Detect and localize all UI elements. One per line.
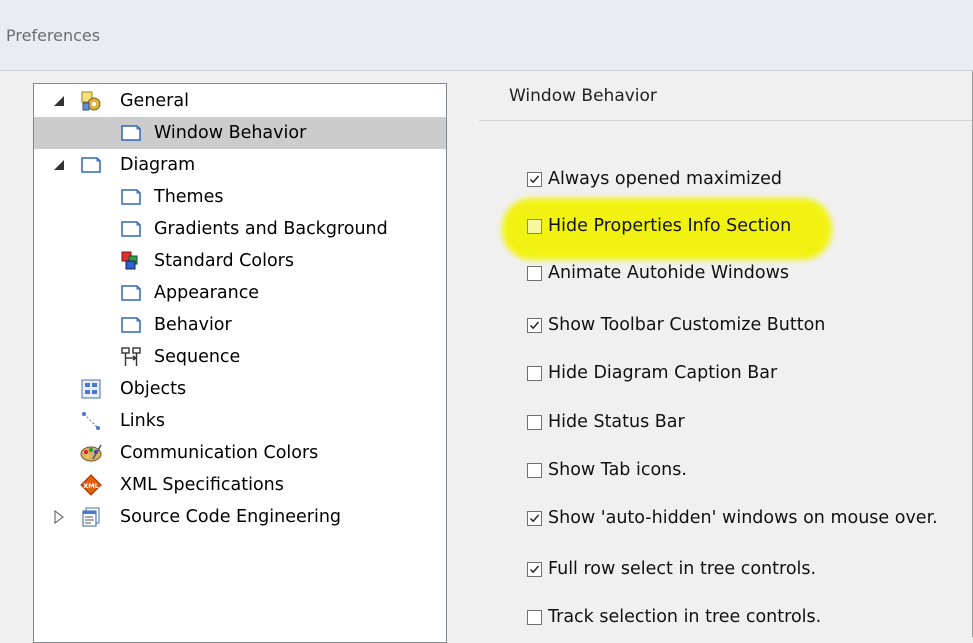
tree-item-links[interactable]: Links — [34, 405, 446, 437]
option-hide-properties-info-section[interactable]: Hide Properties Info Section — [527, 214, 791, 238]
expanded-arrow-icon[interactable] — [52, 94, 66, 108]
page-icon — [120, 186, 142, 208]
tree-item-label: XML Specifications — [120, 475, 284, 495]
checkbox-unchecked[interactable] — [527, 414, 542, 430]
tree-item-label: Communication Colors — [120, 443, 319, 463]
tree-item-label: Sequence — [154, 347, 241, 367]
sequence-icon — [120, 346, 142, 368]
checkbox-unchecked[interactable] — [527, 462, 542, 478]
tree-item-diagram[interactable]: Diagram — [34, 149, 446, 181]
tree-item-sequence[interactable]: Sequence — [34, 341, 446, 373]
option-label: Show Toolbar Customize Button — [548, 315, 826, 335]
svg-text:XML: XML — [83, 482, 99, 490]
option-label: Hide Properties Info Section — [548, 216, 792, 236]
option-label: Hide Diagram Caption Bar — [548, 363, 778, 383]
option-label: Animate Autohide Windows — [548, 263, 790, 283]
option-label: Show 'auto-hidden' windows on mouse over… — [548, 508, 938, 528]
objects-icon — [80, 378, 102, 400]
window-title: Preferences — [6, 26, 101, 45]
checkbox-unchecked[interactable] — [527, 265, 542, 281]
tree-item-behavior[interactable]: Behavior — [34, 309, 446, 341]
tree-item-general[interactable]: General — [34, 85, 446, 117]
collapsed-arrow-icon[interactable] — [52, 510, 66, 524]
tree-item-label: Appearance — [154, 283, 260, 303]
preferences-tree[interactable]: General Window Behavior Diagram Themes G… — [33, 83, 447, 643]
tree-item-window-behavior[interactable]: Window Behavior — [34, 117, 446, 149]
option-label: Show Tab icons. — [548, 460, 687, 480]
title-bar: Preferences — [0, 0, 973, 71]
option-always-opened-maximized[interactable]: Always opened maximized — [527, 167, 782, 191]
heading-divider — [479, 120, 973, 121]
option-label: Hide Status Bar — [548, 412, 685, 432]
option-full-row-select[interactable]: Full row select in tree controls. — [527, 557, 816, 581]
option-track-selection[interactable]: Track selection in tree controls. — [527, 605, 821, 629]
general-settings-icon — [80, 90, 102, 112]
option-label: Full row select in tree controls. — [548, 559, 817, 579]
checkbox-unchecked[interactable] — [527, 609, 542, 625]
color-shapes-icon — [120, 250, 142, 272]
expanded-arrow-icon[interactable] — [52, 158, 66, 172]
option-show-toolbar-customize-button[interactable]: Show Toolbar Customize Button — [527, 313, 825, 337]
xml-icon: XML — [80, 474, 102, 496]
checkbox-checked[interactable] — [527, 317, 542, 333]
option-label: Track selection in tree controls. — [548, 607, 822, 627]
tree-item-label: Standard Colors — [154, 251, 294, 271]
tree-item-communication-colors[interactable]: Communication Colors — [34, 437, 446, 469]
checkbox-checked[interactable] — [527, 171, 542, 187]
tree-item-label: Window Behavior — [154, 123, 307, 143]
tree-item-label: Objects — [120, 379, 187, 399]
tree-item-label: Links — [120, 411, 165, 431]
tree-item-label: Gradients and Background — [154, 219, 388, 239]
checkbox-unchecked[interactable] — [527, 365, 542, 381]
tree-item-label: Diagram — [120, 155, 196, 175]
option-animate-autohide-windows[interactable]: Animate Autohide Windows — [527, 261, 789, 285]
page-icon — [120, 122, 142, 144]
option-hide-status-bar[interactable]: Hide Status Bar — [527, 410, 685, 434]
tree-item-xml-specifications[interactable]: XML XML Specifications — [34, 469, 446, 501]
checkbox-checked[interactable] — [527, 561, 542, 577]
tree-item-label: General — [120, 91, 189, 111]
page-icon — [80, 154, 102, 176]
option-show-auto-hidden-windows[interactable]: Show 'auto-hidden' windows on mouse over… — [527, 506, 938, 530]
tree-item-standard-colors[interactable]: Standard Colors — [34, 245, 446, 277]
palette-icon — [80, 442, 102, 464]
option-label: Always opened maximized — [548, 169, 782, 189]
option-show-tab-icons[interactable]: Show Tab icons. — [527, 458, 687, 482]
checkbox-checked[interactable] — [527, 510, 542, 526]
source-code-icon — [80, 506, 102, 528]
checkbox-unchecked[interactable] — [527, 218, 542, 234]
tree-item-source-code-engineering[interactable]: Source Code Engineering — [34, 501, 446, 533]
tree-item-themes[interactable]: Themes — [34, 181, 446, 213]
links-icon — [80, 410, 102, 432]
tree-item-objects[interactable]: Objects — [34, 373, 446, 405]
page-icon — [120, 314, 142, 336]
tree-item-gradients-and-background[interactable]: Gradients and Background — [34, 213, 446, 245]
tree-item-label: Themes — [154, 187, 224, 207]
tree-item-appearance[interactable]: Appearance — [34, 277, 446, 309]
panel-heading: Window Behavior — [509, 86, 657, 106]
page-icon — [120, 218, 142, 240]
tree-item-label: Source Code Engineering — [120, 507, 342, 527]
tree-item-label: Behavior — [154, 315, 232, 335]
page-icon — [120, 282, 142, 304]
option-hide-diagram-caption-bar[interactable]: Hide Diagram Caption Bar — [527, 361, 777, 385]
